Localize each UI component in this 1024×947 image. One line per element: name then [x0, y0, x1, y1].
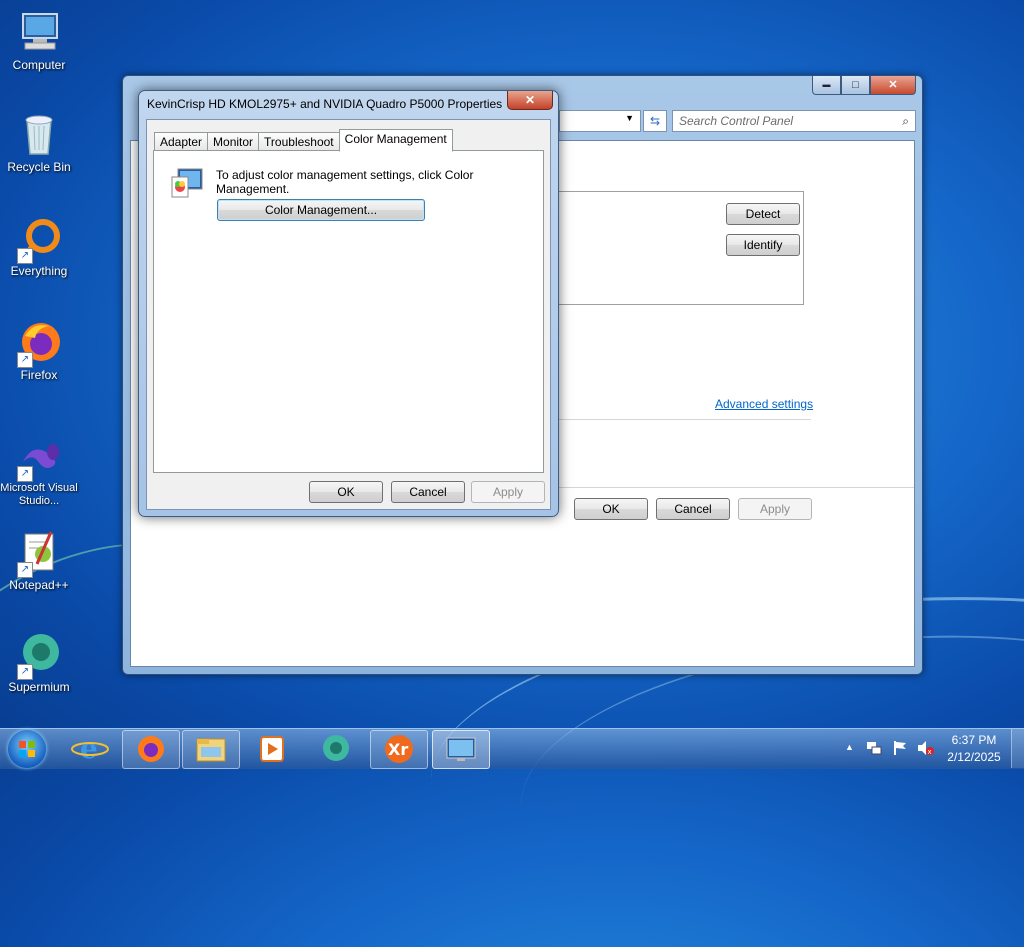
address-bar[interactable]: ▼: [559, 110, 641, 132]
desktop-icon-everything[interactable]: ↗ Everything: [0, 214, 78, 278]
desktop-icon-visual-studio[interactable]: ↗ Microsoft Visual Studio...: [0, 432, 78, 508]
shortcut-arrow-icon: ↗: [17, 562, 33, 578]
color-management-button[interactable]: Color Management...: [217, 199, 425, 221]
firefox-icon: ↗: [15, 318, 63, 368]
tab-monitor[interactable]: Monitor: [207, 132, 260, 151]
ok-button[interactable]: OK: [574, 498, 648, 520]
desktop-icon-label: Computer: [12, 58, 66, 72]
shortcut-arrow-icon: ↗: [17, 248, 33, 264]
cancel-button[interactable]: Cancel: [656, 498, 730, 520]
action-center-flag-icon[interactable]: [892, 740, 908, 756]
taskbar-xr-icon[interactable]: Xr: [370, 730, 428, 769]
tab-color-management[interactable]: Color Management: [338, 129, 453, 152]
taskbar-explorer-icon[interactable]: [182, 730, 240, 769]
search-placeholder: Search Control Panel: [679, 114, 794, 128]
desktop-icon-notepadpp[interactable]: ↗ Notepad++: [0, 528, 78, 592]
dialog-ok-button[interactable]: OK: [309, 481, 383, 503]
refresh-icon[interactable]: ⇆: [643, 110, 667, 132]
desktop-icon-label: Recycle Bin: [7, 160, 71, 174]
recycle-bin-icon: [15, 110, 63, 158]
desktop-icon-label: Everything: [10, 264, 68, 278]
desktop-icon-label: Notepad++: [9, 578, 69, 592]
tab-troubleshoot[interactable]: Troubleshoot: [258, 132, 340, 151]
detect-button[interactable]: Detect: [726, 203, 800, 225]
desktop-icon-firefox[interactable]: ↗ Firefox: [0, 318, 78, 382]
color-management-icon: [170, 167, 204, 199]
search-icon[interactable]: ⌕: [902, 111, 909, 131]
shortcut-arrow-icon: ↗: [17, 352, 33, 368]
svg-text:Xr: Xr: [388, 740, 408, 759]
desktop-icon-recycle-bin[interactable]: Recycle Bin: [0, 110, 78, 174]
chevron-down-icon[interactable]: ▼: [625, 113, 634, 123]
dialog-apply-button[interactable]: Apply: [471, 481, 545, 503]
desktop-icon-label: Microsoft Visual Studio...: [0, 482, 78, 507]
color-management-description: To adjust color management settings, cli…: [216, 168, 474, 196]
svg-text:e: e: [80, 732, 98, 765]
window-controls: ▬ □ ✕: [812, 76, 916, 95]
dialog-cancel-button[interactable]: Cancel: [391, 481, 465, 503]
taskbar-supermium-icon[interactable]: [308, 731, 364, 766]
apply-button[interactable]: Apply: [738, 498, 812, 520]
clock-date[interactable]: 2/12/2025: [938, 750, 1010, 764]
tab-adapter[interactable]: Adapter: [154, 132, 209, 151]
identify-button[interactable]: Identify: [726, 234, 800, 256]
button-area-divider: [551, 487, 914, 488]
shortcut-arrow-icon: ↗: [17, 664, 33, 680]
desktop-icon-computer[interactable]: Computer: [0, 8, 78, 72]
close-button[interactable]: ✕: [870, 76, 916, 95]
windows-logo-icon: [19, 741, 35, 757]
computer-icon: [15, 8, 63, 56]
svg-text:x: x: [928, 748, 932, 756]
desktop-icon-supermium[interactable]: ↗ Supermium: [0, 630, 78, 694]
tab-panel: To adjust color management settings, cli…: [153, 150, 544, 473]
clock-time[interactable]: 6:37 PM: [938, 733, 1010, 747]
volume-muted-icon[interactable]: x: [916, 740, 934, 756]
notepadpp-icon: ↗: [15, 528, 63, 578]
visual-studio-icon: ↗: [15, 432, 63, 482]
taskbar: e Xr ▲ x 6:37 PM 2/12/2025: [0, 728, 1024, 769]
taskbar-ie-icon[interactable]: e: [62, 731, 118, 766]
taskbar-media-player-icon[interactable]: [244, 731, 300, 766]
supermium-icon: ↗: [15, 630, 63, 680]
advanced-settings-link[interactable]: Advanced settings: [715, 397, 813, 411]
desktop-icon-label: Supermium: [8, 680, 70, 694]
maximize-button[interactable]: □: [841, 76, 870, 95]
dialog-title: KevinCrisp HD KMOL2975+ and NVIDIA Quadr…: [147, 97, 503, 111]
properties-dialog: KevinCrisp HD KMOL2975+ and NVIDIA Quadr…: [138, 90, 559, 517]
taskbar-firefox-icon[interactable]: [122, 730, 180, 769]
start-button[interactable]: [8, 730, 46, 768]
show-desktop-button[interactable]: [1011, 729, 1024, 768]
search-input[interactable]: Search Control Panel ⌕: [672, 110, 916, 132]
tab-strip: Adapter Monitor Troubleshoot Color Manag…: [154, 129, 453, 152]
network-icon[interactable]: [866, 740, 882, 756]
dialog-close-button[interactable]: ✕: [507, 91, 553, 110]
taskbar-display-settings-icon[interactable]: [432, 730, 490, 769]
everything-icon: ↗: [15, 214, 63, 264]
desktop-icon-label: Firefox: [20, 368, 58, 382]
shortcut-arrow-icon: ↗: [17, 466, 33, 482]
dialog-body: Adapter Monitor Troubleshoot Color Manag…: [146, 119, 551, 510]
divider: [551, 419, 811, 420]
show-hidden-icons[interactable]: ▲: [845, 742, 854, 752]
minimize-button[interactable]: ▬: [812, 76, 841, 95]
